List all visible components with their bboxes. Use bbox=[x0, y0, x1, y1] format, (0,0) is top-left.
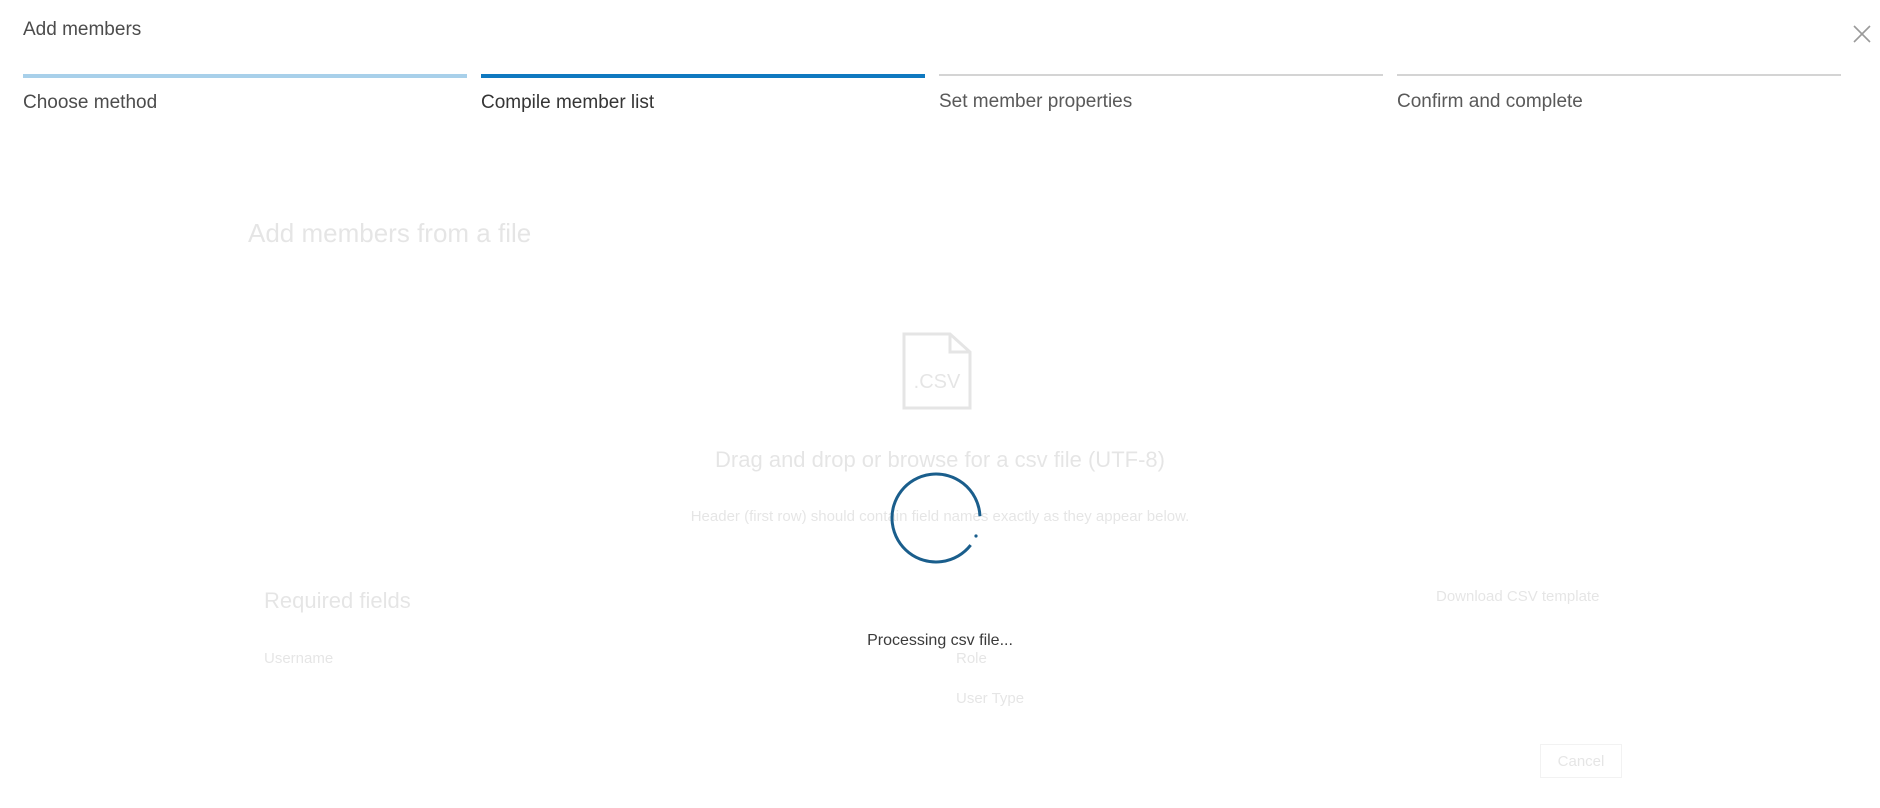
csv-file-icon: .CSV bbox=[902, 332, 972, 410]
field-role: Role bbox=[956, 650, 987, 667]
required-fields-heading: Required fields bbox=[264, 588, 411, 613]
csv-icon-text: .CSV bbox=[914, 371, 961, 393]
download-csv-template-link[interactable]: Download CSV template bbox=[1436, 588, 1599, 605]
loading-spinner-icon bbox=[890, 472, 982, 564]
section-heading: Add members from a file bbox=[248, 218, 532, 248]
field-user-type: User Type bbox=[956, 690, 1025, 707]
background-content: Add members from a file .CSV Drag and dr… bbox=[0, 0, 1880, 808]
cancel-button[interactable]: Cancel bbox=[1540, 744, 1622, 778]
processing-status: Processing csv file... bbox=[867, 632, 1013, 649]
field-username: Username bbox=[264, 650, 334, 667]
